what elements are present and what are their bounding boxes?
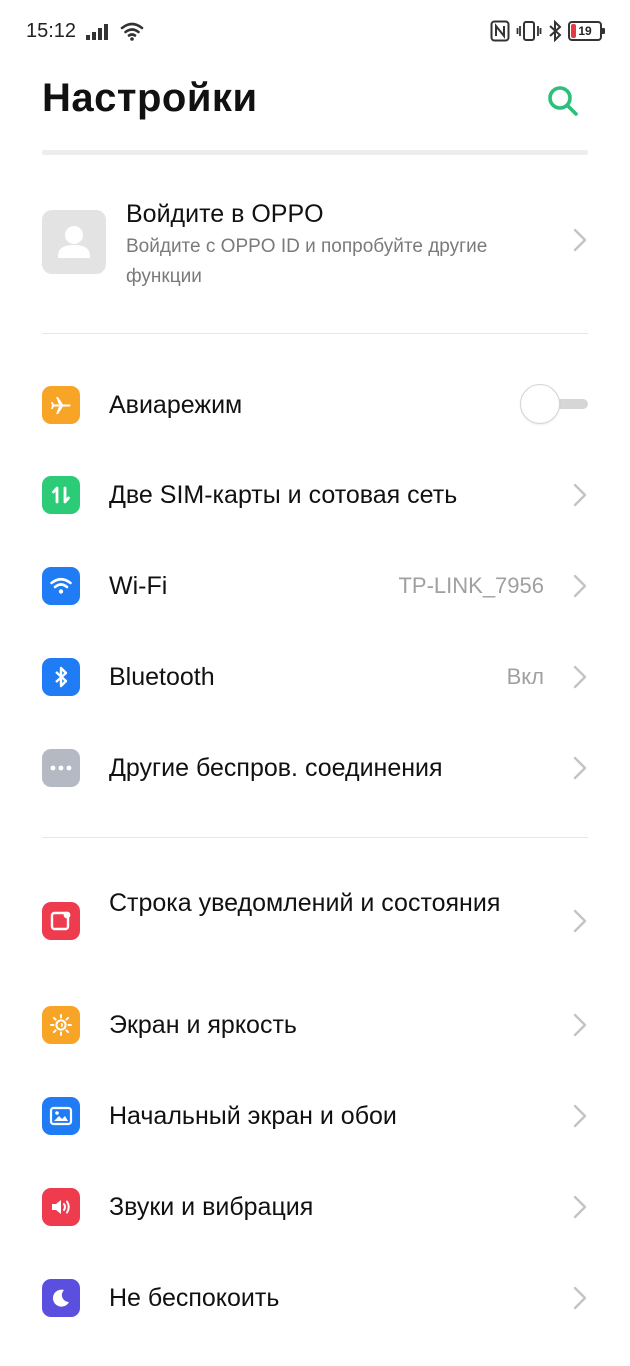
chevron-right-icon [573, 909, 587, 933]
account-subtitle: Войдите с OPPO ID и попробуйте другие фу… [126, 236, 488, 287]
chevron-right-icon [573, 756, 587, 780]
avatar [42, 210, 106, 274]
settings-item-label: Bluetooth [109, 663, 215, 691]
battery-icon: 19 [568, 21, 605, 41]
brightness-icon [42, 1006, 80, 1044]
settings-item-bluetooth[interactable]: Bluetooth Вкл [0, 632, 630, 722]
settings-item-airplane-mode[interactable]: Авиарежим [0, 360, 630, 450]
airplane-icon [42, 386, 80, 424]
signal-icon [86, 24, 108, 40]
chevron-right-icon [573, 1286, 587, 1310]
account-title: Войдите в OPPO [126, 200, 324, 228]
settings-item-label: Другие беспров. соединения [109, 754, 443, 782]
chevron-right-icon [573, 228, 587, 252]
wifi-icon [120, 22, 144, 41]
settings-item-label: Начальный экран и обои [109, 1102, 397, 1130]
moon-icon [42, 1279, 80, 1317]
wallpaper-icon [42, 1097, 80, 1135]
settings-item-label: Экран и яркость [109, 1011, 297, 1039]
settings-item-sound-vibration[interactable]: Звуки и вибрация [0, 1162, 630, 1252]
settings-item-display-brightness[interactable]: Экран и яркость [0, 980, 630, 1070]
settings-item-label: Не беспокоить [109, 1284, 280, 1312]
wifi-icon [42, 567, 80, 605]
chevron-right-icon [573, 483, 587, 507]
nfc-icon [490, 20, 510, 42]
chevron-right-icon [573, 1195, 587, 1219]
chevron-right-icon [573, 1104, 587, 1128]
bluetooth-status: Вкл [506, 664, 544, 689]
vibrate-icon [516, 21, 542, 41]
section-divider [42, 837, 588, 838]
search-icon[interactable] [546, 84, 580, 118]
chevron-right-icon [573, 574, 587, 598]
settings-item-sim[interactable]: Две SIM-карты и сотовая сеть [0, 450, 630, 540]
bluetooth-icon [42, 658, 80, 696]
settings-item-do-not-disturb[interactable]: Не беспокоить [0, 1253, 630, 1343]
chevron-right-icon [573, 1013, 587, 1037]
account-login-row[interactable]: Войдите в OPPO Войдите с OPPO ID и попро… [0, 180, 630, 310]
page-title: Настройки [42, 76, 258, 120]
airplane-mode-toggle[interactable] [520, 382, 590, 426]
sound-icon [42, 1188, 80, 1226]
wifi-network-name: TP-LINK_7956 [398, 573, 544, 598]
settings-item-label: Строка уведомлений и состояния [109, 889, 501, 917]
sim-icon [42, 476, 80, 514]
battery-level: 19 [578, 24, 592, 38]
user-icon [58, 226, 90, 258]
bluetooth-icon [549, 20, 562, 42]
status-time: 15:12 [26, 20, 77, 42]
chevron-right-icon [573, 665, 587, 689]
section-divider [42, 333, 588, 334]
more-icon [42, 749, 80, 787]
settings-item-notification-bar[interactable]: Строка уведомлений и состояния [0, 862, 630, 980]
settings-item-label: Авиарежим [109, 391, 243, 419]
header-divider [42, 150, 588, 155]
settings-item-home-wallpaper[interactable]: Начальный экран и обои [0, 1071, 630, 1161]
settings-item-wifi[interactable]: Wi-Fi TP-LINK_7956 [0, 541, 630, 631]
settings-item-label: Звуки и вибрация [109, 1193, 314, 1221]
settings-item-other-wireless[interactable]: Другие беспров. соединения [0, 723, 630, 813]
notification-icon [42, 902, 80, 940]
status-bar: 15:12 19 [0, 0, 630, 64]
settings-item-label: Две SIM-карты и сотовая сеть [109, 481, 458, 509]
settings-item-label: Wi-Fi [109, 572, 168, 600]
